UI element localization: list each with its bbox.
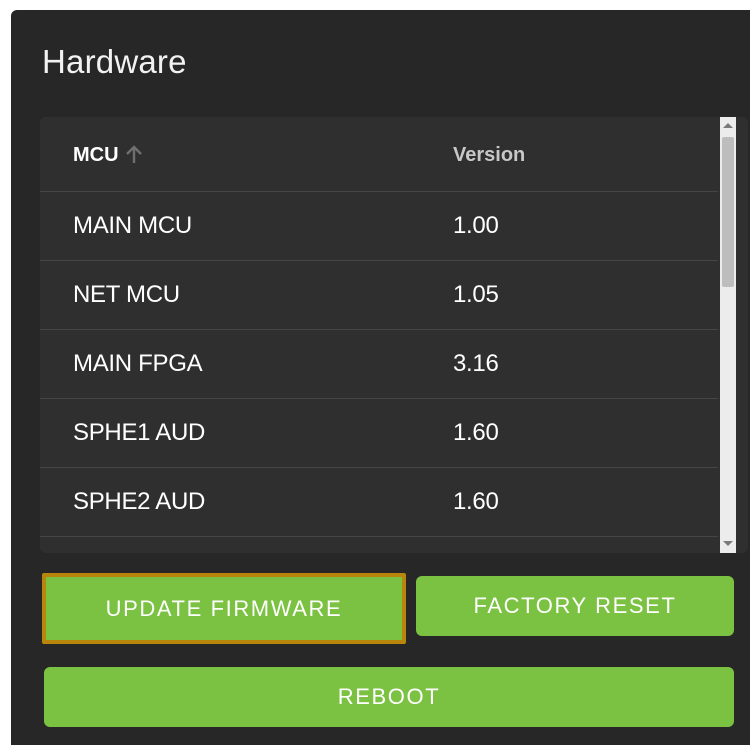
table-row[interactable]: MAIN MCU 1.00 bbox=[40, 192, 718, 261]
factory-reset-button[interactable]: FACTORY RESET bbox=[416, 576, 734, 636]
table-row[interactable]: SPHE1 AUD 1.60 bbox=[40, 399, 718, 468]
reboot-button[interactable]: REBOOT bbox=[44, 667, 734, 727]
column-header-mcu-label: MCU bbox=[73, 144, 119, 166]
cell-version: 1.05 bbox=[453, 281, 499, 308]
table-header: MCU Version bbox=[40, 117, 718, 192]
table-row[interactable]: NET MCU 1.05 bbox=[40, 261, 718, 330]
cell-version: 1.60 bbox=[453, 488, 499, 515]
hardware-panel: Hardware MCU Version MAIN MCU 1.00 NET M… bbox=[11, 10, 750, 745]
column-header-mcu[interactable]: MCU bbox=[73, 144, 143, 170]
hardware-table: MCU Version MAIN MCU 1.00 NET MCU 1.05 M… bbox=[40, 117, 748, 553]
scroll-down-arrow-icon[interactable] bbox=[723, 541, 733, 546]
update-firmware-button[interactable]: UPDATE FIRMWARE bbox=[42, 573, 406, 644]
cell-mcu: SPHE1 AUD bbox=[73, 419, 206, 446]
scrollbar-thumb[interactable] bbox=[722, 137, 734, 287]
panel-title: Hardware bbox=[42, 43, 187, 80]
cell-version: 1.00 bbox=[453, 212, 499, 239]
cell-mcu: NET MCU bbox=[73, 281, 180, 308]
cell-mcu: SPHE2 AUD bbox=[73, 488, 206, 515]
scroll-up-arrow-icon[interactable] bbox=[723, 123, 733, 128]
column-header-version[interactable]: Version bbox=[453, 144, 525, 167]
table-row[interactable]: SPHE2 AUD 1.60 bbox=[40, 468, 718, 537]
table-row[interactable]: MAIN FPGA 3.16 bbox=[40, 330, 718, 399]
cell-mcu: MAIN MCU bbox=[73, 212, 192, 239]
cell-mcu: MAIN FPGA bbox=[73, 350, 203, 377]
cell-version: 1.60 bbox=[453, 419, 499, 446]
sort-ascending-icon[interactable] bbox=[125, 144, 143, 170]
cell-version: 3.16 bbox=[453, 350, 499, 377]
